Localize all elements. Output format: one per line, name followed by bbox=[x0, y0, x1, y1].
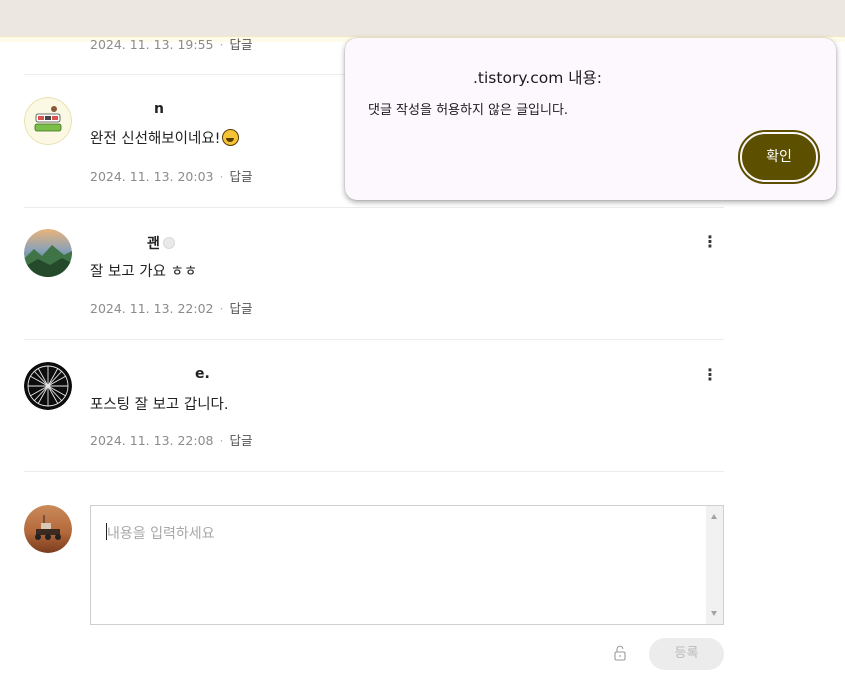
comment-item: 괜 ⋮ 잘 보고 가요 ㅎㅎ 2024. 11. 13. 22:02 · 답글 bbox=[24, 208, 724, 340]
comment-text: 잘 보고 가요 ㅎㅎ bbox=[90, 264, 198, 280]
dialog-title: .tistory.com 내용: bbox=[473, 69, 602, 87]
comment-item: e. ⋮ 포스팅 잘 보고 갑니다. 2024. 11. 13. 22:08 · 답… bbox=[24, 340, 724, 472]
separator-dot: · bbox=[219, 169, 224, 184]
comment-text: 포스팅 잘 보고 갑니다. bbox=[90, 397, 229, 413]
alert-dialog: .tistory.com 내용: 댓글 작성을 허용하지 않은 글입니다. 확인 bbox=[345, 38, 836, 200]
site-name-redacted bbox=[363, 62, 467, 90]
comment-meta: 2024. 11. 13. 19:55 · 답글 bbox=[90, 34, 253, 53]
dialog-message: 댓글 작성을 허용하지 않은 글입니다. bbox=[368, 103, 569, 118]
scroll-up-arrow-icon[interactable] bbox=[711, 514, 717, 519]
ok-button[interactable]: 확인 bbox=[738, 130, 820, 184]
comment-date: 2024. 11. 13. 19:55 bbox=[90, 37, 214, 52]
more-options-icon[interactable]: ⋮ bbox=[702, 232, 718, 251]
more-options-icon[interactable]: ⋮ bbox=[702, 365, 718, 384]
comment-date: 2024. 11. 13. 22:08 bbox=[90, 433, 214, 448]
comment-meta: 2024. 11. 13. 22:02 · 답글 bbox=[90, 298, 253, 317]
comment-input-placeholder: 내용을 입력하세요 bbox=[107, 526, 215, 542]
reply-link[interactable]: 답글 bbox=[229, 169, 252, 184]
comment-date: 2024. 11. 13. 22:02 bbox=[90, 301, 214, 316]
reply-link[interactable]: 답글 bbox=[229, 37, 252, 52]
comment-input[interactable]: 내용을 입력하세요 bbox=[90, 505, 724, 625]
user-badge-icon bbox=[162, 237, 175, 249]
submit-button[interactable]: 등록 bbox=[649, 638, 724, 670]
reply-link[interactable]: 답글 bbox=[229, 301, 252, 316]
unlock-icon[interactable] bbox=[612, 645, 628, 661]
separator-dot: · bbox=[219, 37, 224, 52]
comment-meta: 2024. 11. 13. 20:03 · 답글 bbox=[90, 166, 253, 185]
avatar bbox=[24, 362, 72, 410]
comment-author: e. bbox=[195, 366, 210, 382]
my-avatar bbox=[24, 505, 72, 553]
separator-dot: · bbox=[219, 433, 224, 448]
textarea-scrollbar[interactable] bbox=[706, 506, 723, 624]
comment-text: 완전 신선해보이네요! bbox=[90, 127, 240, 148]
comment-date: 2024. 11. 13. 20:03 bbox=[90, 169, 214, 184]
avatar bbox=[24, 97, 72, 145]
comment-author: n bbox=[154, 101, 164, 117]
grinning-emoji-icon bbox=[222, 129, 240, 146]
scroll-down-arrow-icon[interactable] bbox=[711, 611, 717, 616]
avatar bbox=[24, 229, 72, 277]
comment-author-name: 괜 bbox=[147, 236, 160, 252]
separator-dot: · bbox=[219, 301, 224, 316]
comment-text-content: 완전 신선해보이네요! bbox=[90, 131, 221, 147]
comment-meta: 2024. 11. 13. 22:08 · 답글 bbox=[90, 430, 253, 449]
comment-author: 괜 bbox=[147, 233, 175, 253]
reply-link[interactable]: 답글 bbox=[229, 433, 252, 448]
